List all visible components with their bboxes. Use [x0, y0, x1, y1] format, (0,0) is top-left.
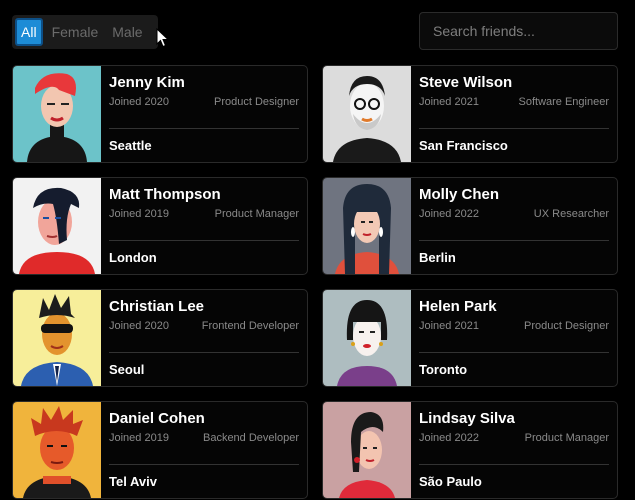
avatar: [13, 290, 101, 386]
friend-card[interactable]: Lindsay Silva Joined 2022 Product Manage…: [322, 401, 618, 499]
friend-city: Berlin: [419, 250, 456, 265]
friend-joined: Joined 2021: [419, 320, 479, 332]
friend-role: Software Engineer: [518, 96, 610, 108]
friend-city: Seoul: [109, 362, 145, 377]
friend-joined: Joined 2020: [109, 320, 169, 332]
friend-city: Seattle: [109, 138, 152, 153]
filter-female-button[interactable]: Female: [47, 18, 104, 46]
filter-male-button[interactable]: Male: [107, 18, 147, 46]
friend-name: Steve Wilson: [419, 74, 513, 91]
friend-joined: Joined 2021: [419, 96, 479, 108]
friend-joined: Joined 2020: [109, 96, 169, 108]
friend-role: Product Manager: [214, 208, 299, 220]
divider: [419, 352, 609, 353]
divider: [109, 352, 299, 353]
divider: [419, 464, 609, 465]
search-input[interactable]: [419, 12, 618, 50]
avatar: [323, 66, 411, 162]
divider: [419, 240, 609, 241]
friend-role: Backend Developer: [202, 432, 299, 444]
friend-card[interactable]: Helen Park Joined 2021 Product Designer …: [322, 289, 618, 387]
friend-name: Molly Chen: [419, 186, 500, 203]
friend-name: Helen Park: [419, 298, 497, 315]
friend-city: London: [109, 250, 157, 265]
mouse-cursor-icon: [156, 28, 170, 48]
friend-card[interactable]: Jenny Kim Joined 2020 Product Designer S…: [12, 65, 308, 163]
avatar: [323, 178, 411, 274]
filter-all-button[interactable]: All: [15, 18, 43, 46]
avatar: [323, 402, 411, 498]
friend-city: San Francisco: [419, 138, 508, 153]
friend-role: Product Manager: [524, 432, 609, 444]
friend-joined: Joined 2019: [109, 208, 169, 220]
friend-name: Jenny Kim: [109, 74, 185, 91]
friend-joined: Joined 2019: [109, 432, 169, 444]
friend-card[interactable]: Molly Chen Joined 2022 UX Researcher Ber…: [322, 177, 618, 275]
friend-city: São Paulo: [419, 474, 482, 489]
friend-name: Daniel Cohen: [109, 410, 205, 427]
friend-name: Lindsay Silva: [419, 410, 515, 427]
avatar: [13, 178, 101, 274]
friend-city: Tel Aviv: [109, 474, 157, 489]
avatar: [13, 66, 101, 162]
divider: [109, 464, 299, 465]
friend-city: Toronto: [419, 362, 468, 377]
friend-role: Product Designer: [524, 320, 609, 332]
gender-filter: All Female Male: [12, 15, 158, 49]
friend-role: Frontend Developer: [201, 320, 299, 332]
divider: [419, 128, 609, 129]
friend-name: Matt Thompson: [109, 186, 221, 203]
friend-name: Christian Lee: [109, 298, 205, 315]
friend-role: Product Designer: [214, 96, 299, 108]
friend-role: UX Researcher: [533, 208, 609, 220]
avatar: [323, 290, 411, 386]
friend-card[interactable]: Steve Wilson Joined 2021 Software Engine…: [322, 65, 618, 163]
friend-card[interactable]: Matt Thompson Joined 2019 Product Manage…: [12, 177, 308, 275]
divider: [109, 240, 299, 241]
friend-card[interactable]: Christian Lee Joined 2020 Frontend Devel…: [12, 289, 308, 387]
friend-card[interactable]: Daniel Cohen Joined 2019 Backend Develop…: [12, 401, 308, 499]
avatar: [13, 402, 101, 498]
friend-joined: Joined 2022: [419, 208, 479, 220]
friend-joined: Joined 2022: [419, 432, 479, 444]
divider: [109, 128, 299, 129]
